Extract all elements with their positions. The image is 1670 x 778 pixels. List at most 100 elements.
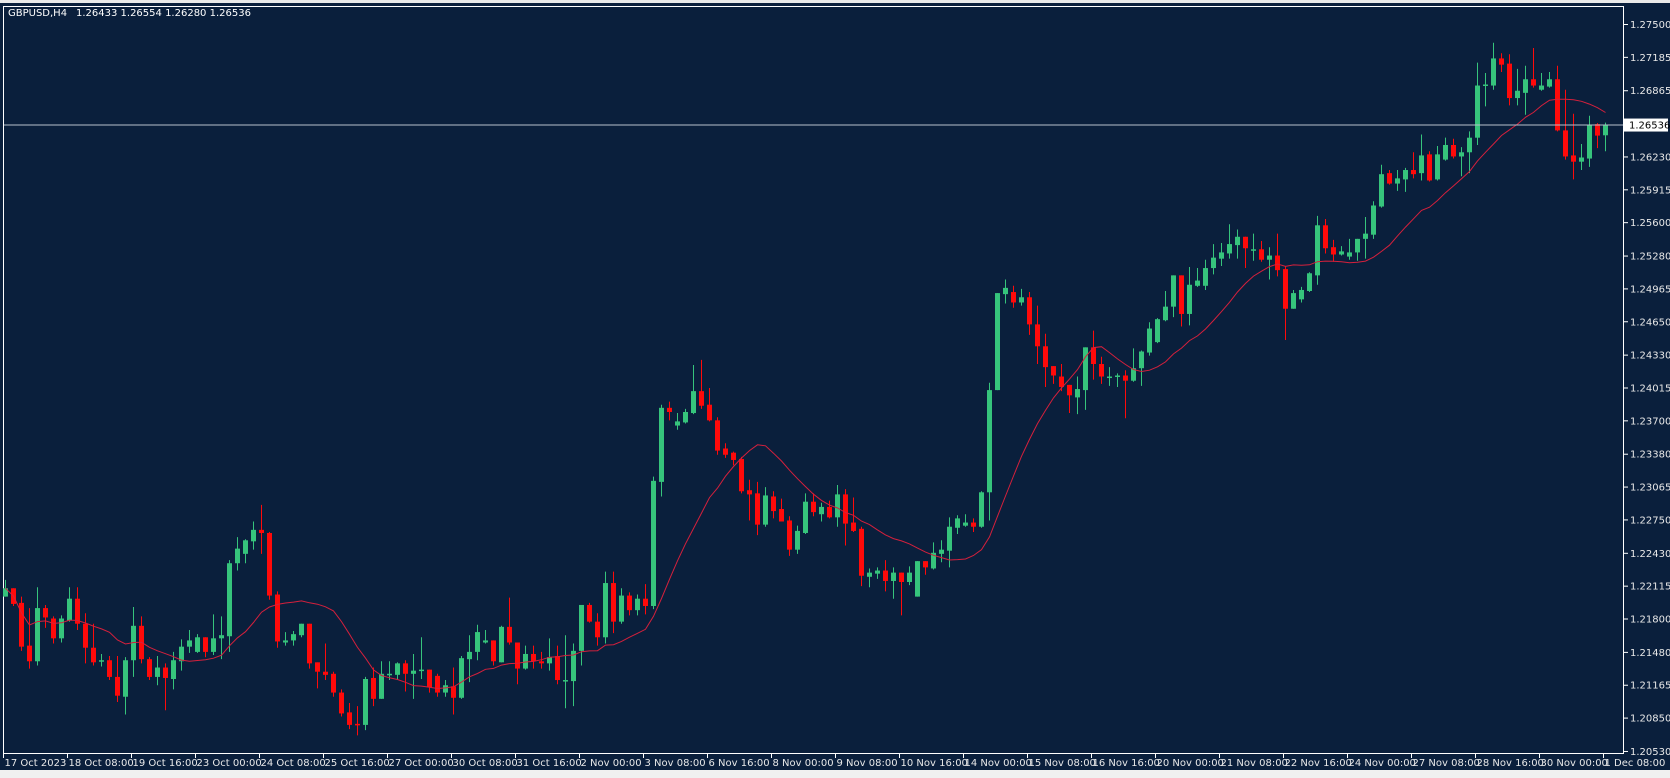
candle-body <box>1243 236 1248 249</box>
candle-body <box>403 663 408 674</box>
candle-body <box>867 572 872 577</box>
time-tick-label: 24 Oct 08:00 <box>261 758 326 769</box>
candle-body <box>1267 255 1272 260</box>
candle-body <box>563 680 568 682</box>
price-chart[interactable]: 1.27500 1.27185 1.26865 1.26230 1.25915 1.256… <box>0 0 1670 778</box>
candle-body <box>147 659 152 677</box>
candle-body <box>1139 351 1144 369</box>
candle-body <box>427 669 432 688</box>
price-tick-label: 1.24965 <box>1630 284 1670 295</box>
candle-body <box>899 572 904 583</box>
candle-body <box>1331 247 1336 255</box>
candle-body <box>699 391 704 406</box>
candle-body <box>315 662 320 672</box>
candle-body <box>435 675 440 693</box>
candle-body <box>739 458 744 492</box>
candle-body <box>1587 125 1592 159</box>
candle-body <box>835 494 840 518</box>
candle-body <box>451 686 456 698</box>
candle-body <box>1395 178 1400 184</box>
candle-body <box>1283 269 1288 309</box>
candle-body <box>811 501 816 513</box>
price-tick-label: 1.21165 <box>1630 681 1670 692</box>
candle-body <box>683 411 688 423</box>
time-tick-label: 24 Nov 00:00 <box>1349 758 1416 769</box>
candle-body <box>579 604 584 651</box>
candle-body <box>1027 297 1032 325</box>
time-tick-label: 28 Nov 16:00 <box>1477 758 1544 769</box>
price-tick-label: 1.22115 <box>1630 582 1670 593</box>
price-tick-label: 1.22430 <box>1630 549 1670 560</box>
candle-body <box>939 549 944 554</box>
candle-body <box>523 653 528 669</box>
price-tick-label: 1.23380 <box>1630 450 1670 461</box>
candle-body <box>1051 366 1056 376</box>
candle-body <box>1195 280 1200 286</box>
candle-body <box>1227 244 1232 254</box>
time-tick-label: 16 Nov 16:00 <box>1093 758 1160 769</box>
candle-body <box>1259 249 1264 260</box>
candle-body <box>283 640 288 643</box>
price-tick-label: 1.27500 <box>1630 20 1670 31</box>
candle-body <box>411 670 416 674</box>
candle-body <box>771 496 776 512</box>
candle-body <box>1419 155 1424 174</box>
candle-body <box>1563 130 1568 157</box>
time-tick-label: 31 Oct 16:00 <box>517 758 582 769</box>
candle-body <box>715 420 720 451</box>
candle-body <box>1011 292 1016 303</box>
chart-background <box>0 0 1670 770</box>
candle-body <box>499 626 504 663</box>
price-tick-label: 1.25600 <box>1630 218 1670 229</box>
candle-body <box>1603 124 1608 136</box>
bullish-candle <box>915 561 920 597</box>
candle-body <box>171 660 176 680</box>
candle-body <box>363 679 368 725</box>
candle-body <box>1451 144 1456 157</box>
bearish-candle <box>587 602 592 623</box>
candle-body <box>1155 319 1160 343</box>
bearish-candle <box>307 623 312 669</box>
candle-body <box>291 634 296 641</box>
time-tick-label: 6 Nov 16:00 <box>709 758 770 769</box>
candle-body <box>1275 255 1280 271</box>
bullish-candle <box>459 656 464 699</box>
bearish-candle <box>19 596 24 651</box>
candle-body <box>243 540 248 554</box>
candle-body <box>1211 257 1216 269</box>
candle-body <box>1387 173 1392 184</box>
candle-body <box>1323 225 1328 249</box>
candle-body <box>1595 124 1600 136</box>
candle-body <box>1371 205 1376 235</box>
candle-body <box>1307 273 1312 292</box>
bullish-candle <box>995 293 1000 391</box>
candle-body <box>1107 376 1112 379</box>
candle-body <box>1403 170 1408 180</box>
price-tick-label: 1.21800 <box>1630 615 1670 626</box>
candle-body <box>163 667 168 678</box>
candle-body <box>1019 297 1024 303</box>
candle-body <box>1171 275 1176 307</box>
candle-body <box>187 640 192 647</box>
candle-body <box>1547 79 1552 87</box>
candle-body <box>819 506 824 515</box>
bullish-candle <box>1315 215 1320 285</box>
candle-body <box>195 637 200 652</box>
candle-body <box>587 604 592 622</box>
candle-body <box>227 563 232 637</box>
price-tick-label: 1.21480 <box>1630 648 1670 659</box>
candle-body <box>923 561 928 568</box>
time-tick-label: 25 Oct 16:00 <box>325 758 390 769</box>
candle-body <box>1355 238 1360 253</box>
candle-body <box>1531 79 1536 86</box>
candle-body <box>115 676 120 696</box>
candle-body <box>851 522 856 531</box>
price-tick-label: 1.20850 <box>1630 714 1670 725</box>
candle-body <box>595 621 600 638</box>
price-tick-label: 1.24330 <box>1630 351 1670 362</box>
time-tick-label: 18 Oct 08:00 <box>69 758 134 769</box>
candle-body <box>483 640 488 643</box>
price-tick-label: 1.25915 <box>1630 185 1670 196</box>
candle-body <box>843 494 848 524</box>
candle-body <box>907 572 912 583</box>
